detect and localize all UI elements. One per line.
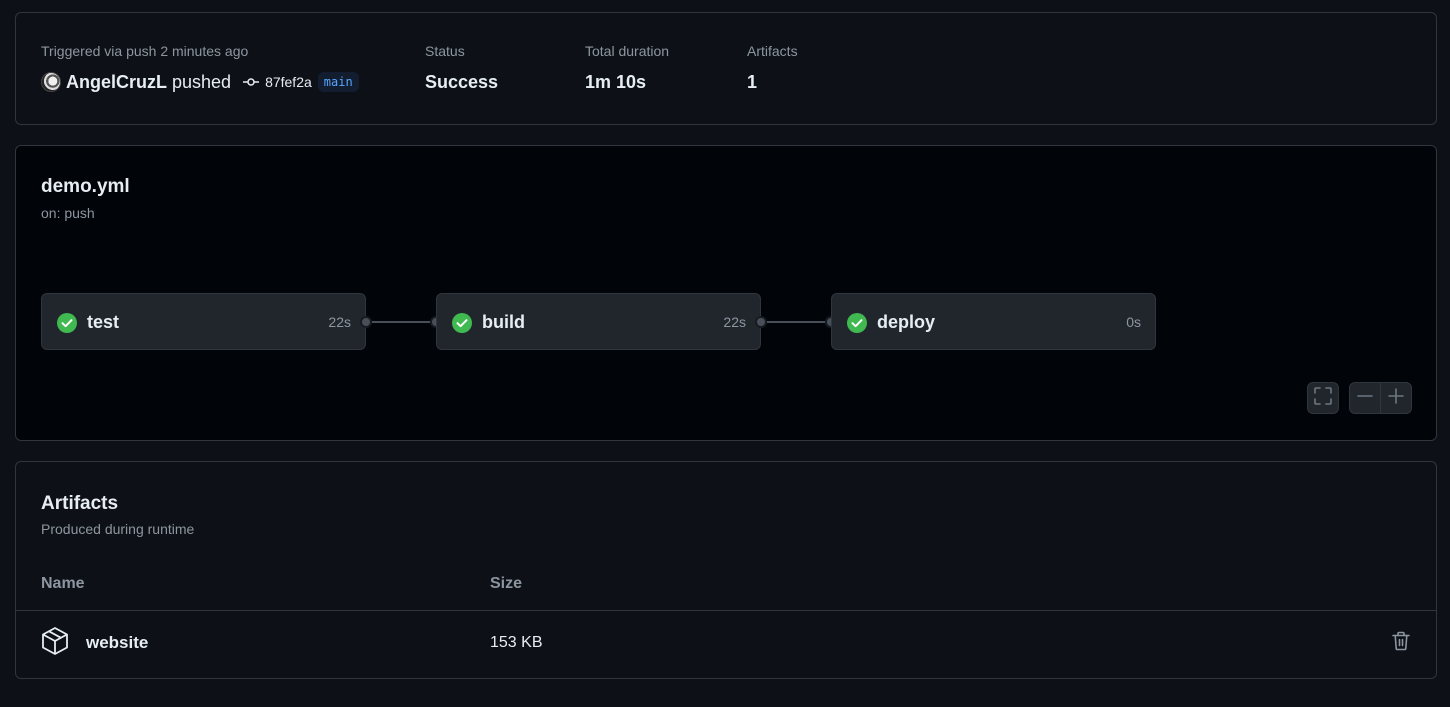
column-header-name: Name (41, 575, 85, 592)
status-info: Status Success (425, 42, 498, 93)
workflow-file-title[interactable]: demo.yml (41, 176, 130, 198)
connector-dot (755, 316, 767, 328)
avatar[interactable] (41, 72, 61, 92)
duration-label: Total duration (585, 43, 670, 59)
duration-info: Total duration 1m 10s (585, 42, 669, 93)
git-commit-icon (243, 74, 260, 90)
artifacts-count-label: Artifacts (747, 43, 798, 59)
zoom-in-button[interactable] (1381, 383, 1411, 413)
job-name: deploy (877, 312, 936, 332)
artifacts-subtitle: Produced during runtime (41, 521, 195, 537)
trigger-label: Triggered via push 2 minutes ago (41, 43, 249, 59)
zoom-controls (1349, 382, 1412, 414)
status-value: Success (425, 72, 499, 92)
fullscreen-button[interactable] (1307, 382, 1339, 414)
action-text: pushed (172, 71, 232, 92)
artifacts-count-info: Artifacts 1 (747, 42, 798, 93)
job-build[interactable]: build 22s (436, 293, 761, 350)
commit-sha-link[interactable]: 87fef2a (265, 74, 312, 90)
column-header-size: Size (490, 575, 523, 592)
package-icon (40, 626, 70, 661)
artifacts-count-value[interactable]: 1 (747, 71, 798, 93)
branch-badge[interactable]: main (317, 72, 359, 92)
artifact-name-link[interactable]: website (86, 633, 148, 653)
job-name: build (482, 312, 525, 332)
table-divider (16, 610, 1436, 611)
job-duration: 22s (723, 314, 746, 330)
plus-icon (1388, 387, 1404, 409)
check-circle-icon (847, 313, 867, 338)
artifacts-panel: Artifacts Produced during runtime Name S… (15, 461, 1437, 679)
job-deploy[interactable]: deploy 0s (831, 293, 1156, 350)
check-circle-icon (57, 313, 77, 338)
run-summary-panel: Triggered via push 2 minutes ago AngelCr… (15, 12, 1437, 125)
duration-value: 1m 10s (585, 72, 647, 92)
fullscreen-icon (1314, 386, 1332, 410)
job-duration: 22s (328, 314, 351, 330)
minus-icon (1357, 388, 1373, 409)
job-connector (372, 321, 430, 323)
trash-icon[interactable] (1392, 631, 1410, 656)
check-circle-icon (452, 313, 472, 338)
job-connector (767, 321, 825, 323)
actor-link[interactable]: AngelCruzL (66, 72, 167, 93)
connector-dot (360, 316, 372, 328)
artifact-size: 153 KB (490, 634, 543, 651)
zoom-out-button[interactable] (1350, 383, 1381, 413)
trigger-info: Triggered via push 2 minutes ago AngelCr… (41, 42, 359, 93)
job-name: test (87, 312, 120, 332)
job-test[interactable]: test 22s (41, 293, 366, 350)
artifacts-title: Artifacts (41, 493, 119, 514)
workflow-graph-panel: demo.yml on: push test 22s build 22s dep… (15, 145, 1437, 441)
job-duration: 0s (1126, 314, 1141, 330)
status-label: Status (425, 43, 465, 59)
workflow-trigger: on: push (41, 205, 95, 221)
